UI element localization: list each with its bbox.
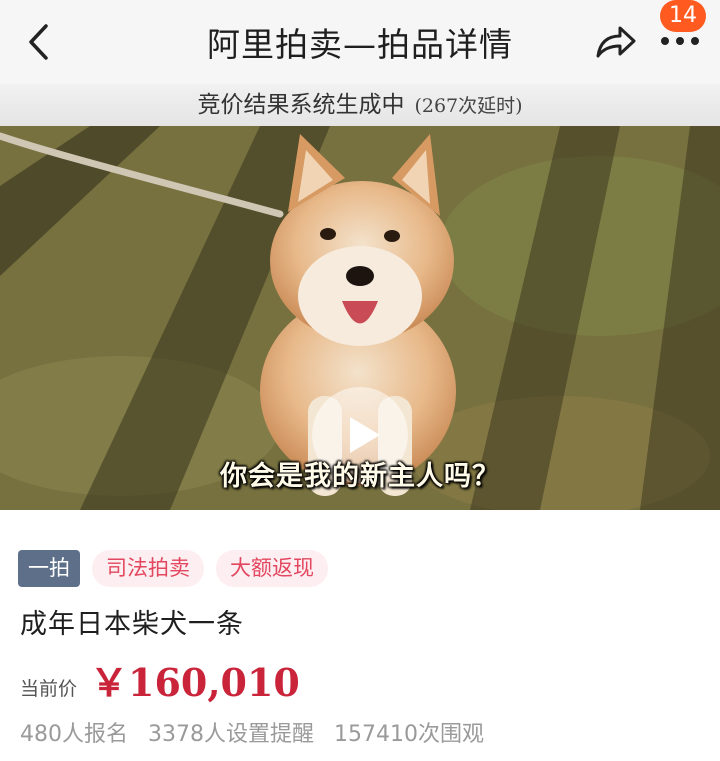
status-banner: 竞价结果系统生成中 (267次延时) <box>0 84 720 126</box>
round-tag: 一拍 <box>18 550 80 587</box>
tag-row: 一拍 司法拍卖 大额返现 <box>18 550 328 587</box>
price-label: 当前价 <box>20 678 78 700</box>
cashback-tag: 大额返现 <box>216 550 328 587</box>
reminder-count: 3378人设置提醒 <box>148 722 314 747</box>
share-icon[interactable] <box>594 22 638 62</box>
item-title: 成年日本柴犬一条 <box>20 609 244 640</box>
delay-count-text: (267次延时) <box>414 95 523 117</box>
video-caption: 你会是我的新主人吗？ <box>220 461 500 492</box>
status-text: 竞价结果系统生成中 <box>197 92 405 118</box>
item-video[interactable] <box>0 126 720 510</box>
top-nav-bar: 阿里拍卖—拍品详情 14 <box>0 0 720 84</box>
signup-count: 480人报名 <box>20 722 128 747</box>
stats-row: 480人报名 3378人设置提醒 157410次围观 <box>20 716 484 748</box>
notification-badge: 14 <box>660 0 706 32</box>
current-price: ￥160,010 <box>90 660 300 705</box>
more-dots-icon[interactable] <box>658 34 702 48</box>
judicial-auction-tag: 司法拍卖 <box>92 550 204 587</box>
view-count: 157410次围观 <box>334 722 484 747</box>
